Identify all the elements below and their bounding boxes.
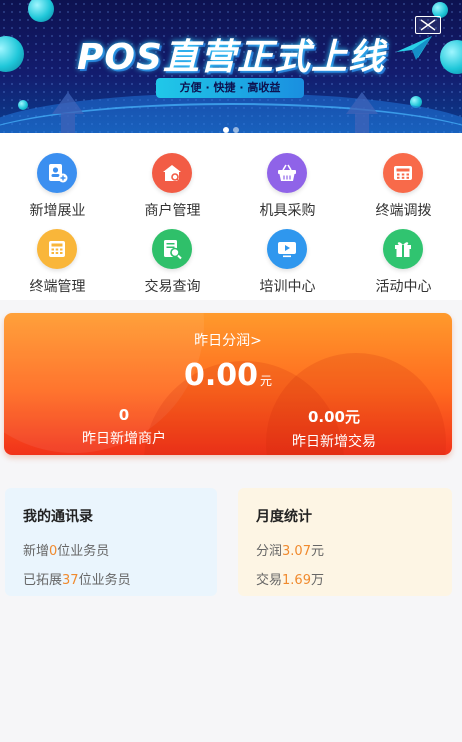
- gift-icon: [383, 229, 423, 269]
- grid-item-transaction-query[interactable]: 交易查询: [115, 217, 230, 295]
- search-document-icon: [152, 229, 192, 269]
- grid-item-new-business[interactable]: 新增展业: [0, 141, 115, 219]
- monthly-stats-panel[interactable]: 月度统计 分润3.07元 交易1.69万: [238, 488, 452, 596]
- contacts-total-line: 已拓展37位业务员: [23, 569, 199, 588]
- yesterday-profit-link[interactable]: 昨日分润>: [4, 330, 452, 350]
- video-icon: [267, 229, 307, 269]
- grid-item-device-purchase[interactable]: 机具采购: [230, 141, 345, 219]
- new-merchants-stat[interactable]: 0 昨日新增商户: [34, 406, 214, 448]
- profit-amount: 0.00: [183, 358, 258, 393]
- calculator-icon: [37, 229, 77, 269]
- promo-banner[interactable]: POS直营正式上线 方便 · 快捷 · 高收益: [0, 0, 462, 133]
- monthly-title: 月度统计: [256, 509, 312, 525]
- new-transactions-value: 0.00元: [307, 408, 360, 426]
- add-user-icon: [37, 153, 77, 193]
- cart-icon: [267, 153, 307, 193]
- grid-item-label: 培训中心: [259, 279, 316, 295]
- grid-item-label: 交易查询: [144, 279, 201, 295]
- paper-plane-icon: [396, 36, 432, 60]
- monthly-profit-value: 3.07: [282, 544, 311, 559]
- banner-pager: [0, 118, 462, 133]
- contacts-title: 我的通讯录: [23, 509, 93, 525]
- new-transactions-label: 昨日新增交易: [292, 434, 376, 450]
- contacts-total-count: 37: [62, 573, 79, 588]
- grid-item-label: 活动中心: [375, 279, 432, 295]
- grid-item-activity-center[interactable]: 活动中心: [346, 217, 461, 295]
- banner-tagline: 方便 · 快捷 · 高收益: [156, 78, 304, 98]
- new-transactions-stat[interactable]: 0.00元 昨日新增交易: [244, 406, 424, 451]
- contacts-total-suffix: 位业务员: [78, 573, 131, 588]
- grid-item-training-center[interactable]: 培训中心: [230, 217, 345, 295]
- monthly-transactions-value: 1.69: [282, 573, 311, 588]
- monthly-transactions-line: 交易1.69万: [256, 569, 434, 588]
- yesterday-profit-value: 0.00 元: [4, 358, 452, 393]
- contacts-new-line: 新增0位业务员: [23, 540, 199, 559]
- mail-close-icon[interactable]: [415, 16, 441, 34]
- grid-item-label: 终端管理: [29, 279, 86, 295]
- new-merchants-label: 昨日新增商户: [82, 431, 166, 447]
- contacts-total-prefix: 已拓展: [23, 573, 63, 588]
- contacts-panel[interactable]: 我的通讯录 新增0位业务员 已拓展37位业务员: [5, 488, 217, 596]
- close-icon: [420, 19, 436, 31]
- new-merchants-value: 0: [118, 406, 130, 424]
- grid-item-merchant-management[interactable]: 商户管理: [115, 141, 230, 219]
- banner-title: POS直营正式上线: [77, 37, 385, 78]
- contacts-new-prefix: 新增: [23, 544, 50, 559]
- up-arrow-decoration: [52, 92, 84, 114]
- contacts-new-suffix: 位业务员: [57, 544, 110, 559]
- profit-unit: 元: [260, 374, 273, 388]
- monthly-transactions-suffix: 万: [310, 573, 324, 588]
- monthly-profit-suffix: 元: [310, 544, 324, 559]
- monthly-profit-prefix: 分润: [256, 544, 283, 559]
- banner-orb-decoration: [18, 100, 28, 110]
- function-grid: 新增展业 商户管理 机具采购 终端调拨 终端管理 交易查询 培训中心 活动中心: [0, 133, 462, 300]
- yesterday-profit-card[interactable]: 昨日分润> 0.00 元 0 昨日新增商户 0.00元 昨日新增交易: [4, 313, 452, 455]
- monthly-transactions-prefix: 交易: [256, 573, 283, 588]
- pos-terminal-icon: [383, 153, 423, 193]
- up-arrow-decoration: [346, 92, 378, 114]
- grid-item-terminal-management[interactable]: 终端管理: [0, 217, 115, 295]
- monthly-profit-line: 分润3.07元: [256, 540, 434, 559]
- shop-icon: [152, 153, 192, 193]
- grid-item-terminal-transfer[interactable]: 终端调拨: [346, 141, 461, 219]
